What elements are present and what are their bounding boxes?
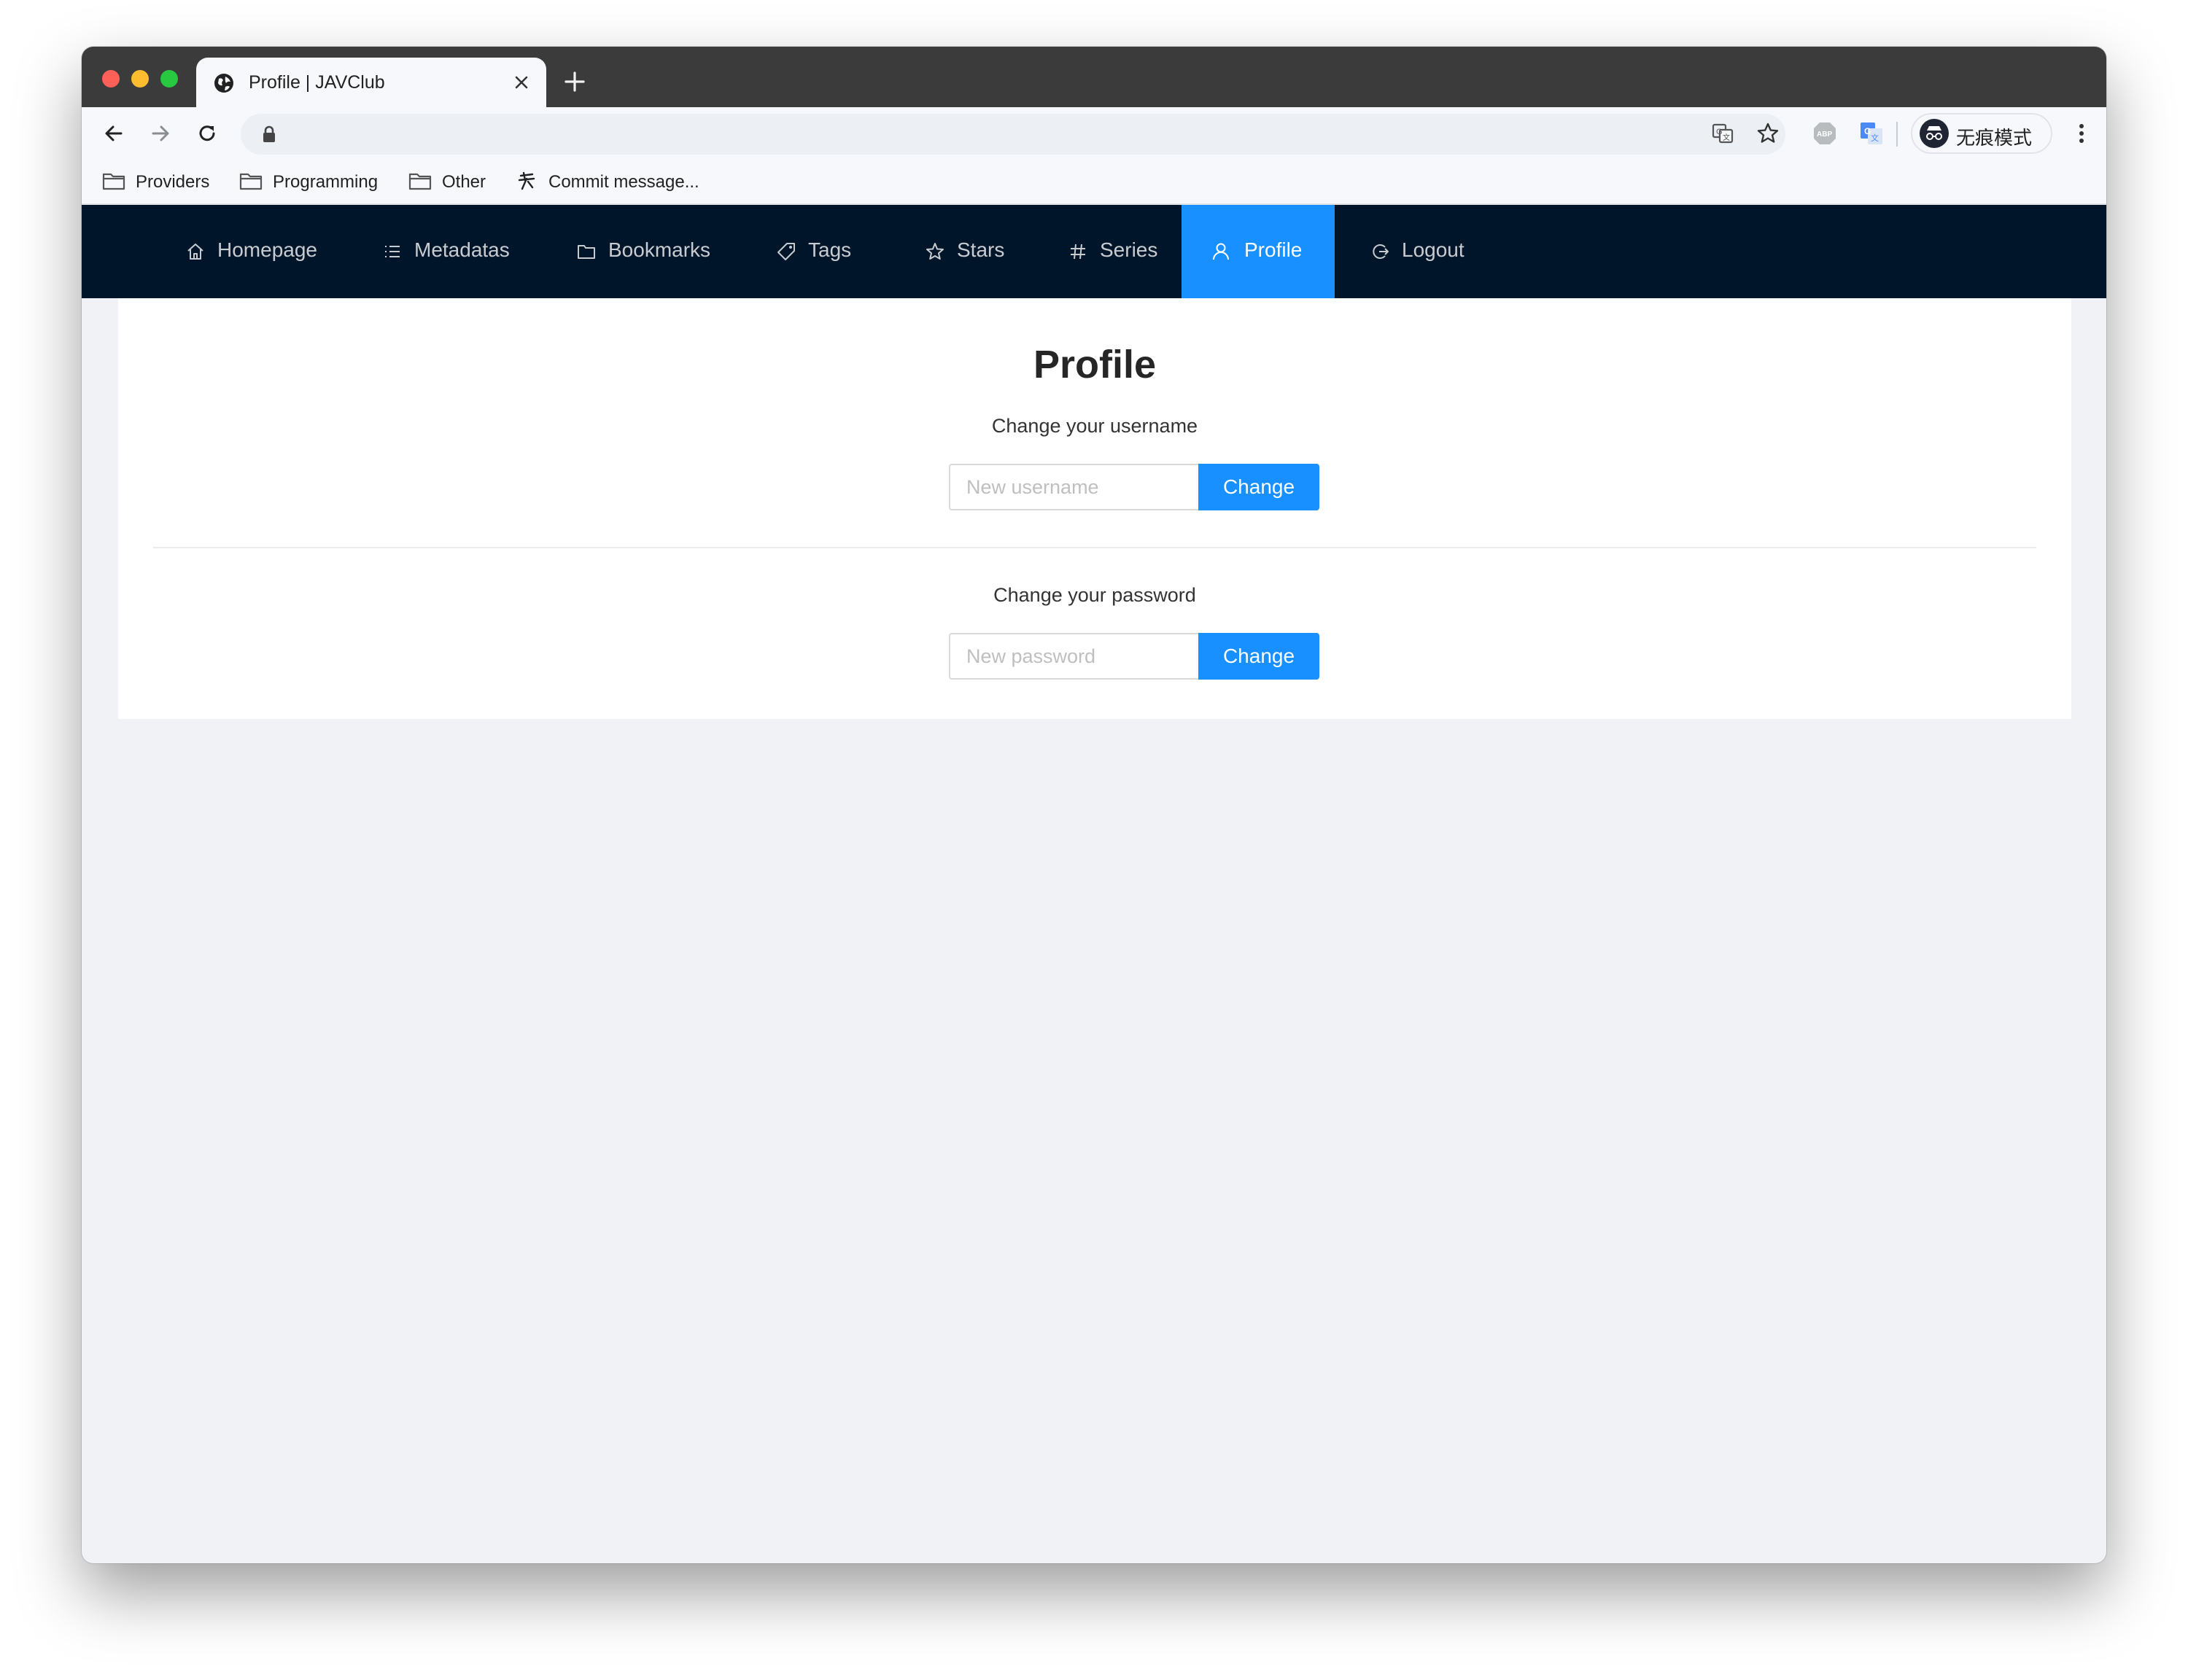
maximize-window-button[interactable] — [160, 70, 178, 88]
nav-label: Bookmarks — [608, 238, 711, 261]
list-icon — [385, 246, 400, 257]
nav-label: Logout — [1402, 238, 1465, 261]
toolbar-separator — [1896, 122, 1898, 147]
profile-card: Profile Change your username Change Chan… — [118, 298, 2071, 719]
bookmark-commit-message[interactable]: Commit message... — [515, 168, 726, 195]
browser-window: Profile | JAVClub G 文 ABP G 文 无痕模式 Provi… — [82, 47, 2106, 1563]
nav-label: Tags — [808, 238, 852, 261]
username-input[interactable] — [949, 464, 1198, 510]
close-window-button[interactable] — [102, 70, 120, 88]
svg-text:文: 文 — [1723, 133, 1730, 142]
main-nav: Homepage Metadatas Bookmarks Tags Stars … — [82, 205, 2106, 298]
browser-toolbar: G 文 ABP G 文 无痕模式 — [82, 107, 2106, 160]
nav-item-metadatas[interactable]: Metadatas — [363, 205, 538, 298]
nav-item-homepage[interactable]: Homepage — [166, 205, 341, 298]
calligraphy-icon — [518, 171, 535, 190]
forward-arrow-icon[interactable] — [147, 120, 174, 147]
more-menu-icon[interactable] — [2068, 120, 2095, 147]
globe-icon — [214, 74, 233, 93]
star-icon — [926, 243, 944, 260]
close-icon[interactable] — [513, 74, 530, 91]
folder-icon — [408, 173, 432, 190]
page-title: Profile — [1033, 343, 1157, 386]
title-bar: Profile | JAVClub — [82, 47, 2106, 107]
bookmark-label: Other — [442, 172, 486, 192]
google-translate-icon[interactable]: G 文 — [1858, 120, 1885, 147]
logout-icon — [1373, 244, 1389, 259]
back-arrow-icon[interactable] — [101, 120, 127, 147]
hash-icon — [1071, 244, 1085, 260]
user-icon — [1213, 243, 1229, 260]
password-input[interactable] — [949, 633, 1198, 680]
address-bar[interactable] — [241, 114, 1785, 155]
browser-tab[interactable]: Profile | JAVClub — [196, 58, 546, 107]
bookmark-other[interactable]: Other — [408, 168, 511, 195]
folder-icon — [102, 173, 125, 190]
minimize-window-button[interactable] — [131, 70, 149, 88]
incognito-icon — [1920, 119, 1949, 148]
bookmark-label: Programming — [273, 172, 379, 192]
lock-icon — [263, 125, 275, 142]
bookmark-label: Providers — [136, 172, 210, 192]
svg-text:文: 文 — [1871, 133, 1879, 143]
nav-label: Stars — [957, 238, 1005, 261]
tab-title: Profile | JAVClub — [249, 72, 385, 93]
incognito-profile-button[interactable]: 无痕模式 — [1911, 113, 2052, 154]
bookmark-star-icon[interactable] — [1755, 120, 1781, 147]
nav-item-series[interactable]: Series — [1049, 205, 1187, 298]
nav-item-stars[interactable]: Stars — [906, 205, 1037, 298]
svg-text:G: G — [1716, 128, 1723, 136]
nav-item-tags[interactable]: Tags — [757, 205, 888, 298]
svg-text:ABP: ABP — [1817, 131, 1832, 139]
nav-item-logout[interactable]: Logout — [1351, 205, 1497, 298]
adblock-icon[interactable]: ABP — [1812, 120, 1838, 147]
password-form: Change — [949, 633, 1319, 680]
folder-icon — [239, 173, 263, 190]
bookmark-label: Commit message... — [548, 172, 699, 192]
reload-icon[interactable] — [194, 120, 220, 147]
username-form: Change — [949, 464, 1319, 510]
change-password-button[interactable]: Change — [1198, 633, 1319, 680]
nav-label: Metadatas — [414, 238, 510, 261]
nav-label: Profile — [1244, 238, 1303, 261]
nav-label: Homepage — [217, 238, 317, 261]
translate-page-icon[interactable]: G 文 — [1710, 120, 1736, 147]
password-section-label: Change your password — [993, 584, 1196, 606]
nav-item-profile[interactable]: Profile — [1182, 205, 1335, 298]
svg-text:G: G — [1864, 126, 1871, 136]
nav-item-bookmarks[interactable]: Bookmarks — [557, 205, 740, 298]
username-section-label: Change your username — [991, 415, 1198, 437]
incognito-label: 无痕模式 — [1956, 127, 2033, 149]
folder-icon — [578, 245, 595, 259]
bookmarks-bar: Providers Programming Other Commit messa… — [82, 160, 2106, 205]
new-tab-icon[interactable] — [563, 70, 586, 93]
home-icon — [187, 244, 203, 260]
section-divider — [153, 547, 2036, 548]
change-username-button[interactable]: Change — [1198, 464, 1319, 510]
nav-label: Series — [1100, 238, 1158, 261]
tag-icon — [777, 243, 795, 260]
